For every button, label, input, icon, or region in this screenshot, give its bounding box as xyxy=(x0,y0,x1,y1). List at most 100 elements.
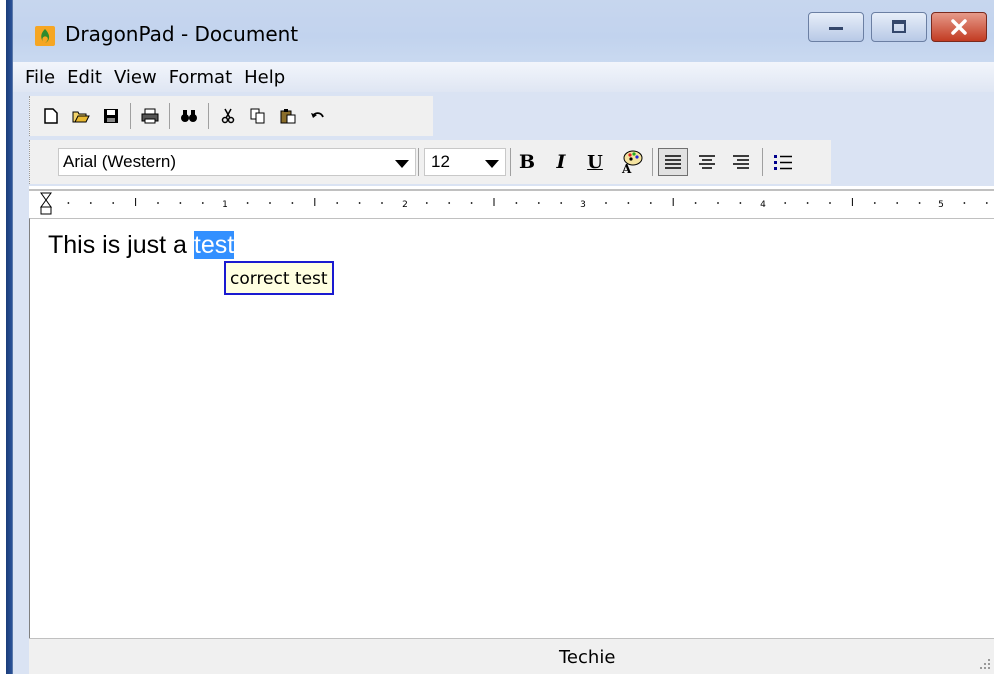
find-icon xyxy=(181,110,197,122)
ruler-tick xyxy=(89,202,92,204)
toolbar-separator xyxy=(762,148,763,176)
save-button[interactable] xyxy=(98,103,124,129)
new-file-icon xyxy=(44,108,58,124)
align-center-icon xyxy=(699,155,715,169)
undo-button[interactable] xyxy=(305,103,331,129)
ruler-tick xyxy=(627,202,630,204)
menu-format[interactable]: Format xyxy=(157,67,232,88)
ruler-tick xyxy=(649,202,652,204)
new-button[interactable] xyxy=(38,103,64,129)
first-line-indent-marker[interactable] xyxy=(40,192,52,201)
hanging-indent-marker[interactable] xyxy=(40,199,52,208)
ruler-tick xyxy=(336,202,339,204)
toolbar-separator xyxy=(208,103,209,129)
menu-edit[interactable]: Edit xyxy=(55,67,102,88)
document-editor[interactable]: This is just a test correct test xyxy=(29,218,994,638)
ruler-label-2: 2 xyxy=(402,200,408,210)
ruler[interactable]: 1 2 3 4 5 xyxy=(29,186,994,218)
ruler-tick xyxy=(537,202,540,204)
font-size-value: 12 xyxy=(431,152,450,171)
maximize-button[interactable] xyxy=(871,12,927,42)
ruler-tick xyxy=(515,202,518,204)
cut-button[interactable] xyxy=(215,103,241,129)
palette-icon: A xyxy=(621,150,643,175)
left-indent-marker[interactable] xyxy=(40,206,52,215)
menu-help[interactable]: Help xyxy=(232,67,285,88)
align-center-button[interactable] xyxy=(692,148,722,176)
minimize-icon xyxy=(829,27,843,30)
standard-toolbar xyxy=(29,96,433,136)
bullet-list-icon xyxy=(774,155,792,170)
maximize-icon xyxy=(892,20,906,33)
ruler-tick xyxy=(806,202,809,204)
dragonpad-window: DragonPad - Document File Edit View Form… xyxy=(12,0,994,674)
ruler-label-4: 4 xyxy=(760,200,766,210)
open-folder-icon xyxy=(72,111,90,123)
menu-file[interactable]: File xyxy=(13,67,55,88)
dragon-app-icon xyxy=(35,26,55,46)
paste-icon xyxy=(280,109,296,124)
close-button[interactable] xyxy=(931,12,987,42)
ruler-tick xyxy=(985,202,988,204)
font-name-dropdown[interactable]: Arial (Western) xyxy=(58,148,416,176)
selected-word[interactable]: test xyxy=(193,231,235,259)
ruler-tick xyxy=(448,202,451,204)
align-right-icon xyxy=(733,155,749,169)
ruler-tick xyxy=(358,202,361,204)
title-bar[interactable]: DragonPad - Document xyxy=(13,0,994,62)
status-bar: Techie xyxy=(29,638,994,674)
document-text[interactable]: This is just a test xyxy=(48,231,235,260)
ruler-tick xyxy=(470,202,473,204)
desktop-edge xyxy=(0,0,12,674)
correction-suggestion[interactable]: correct test xyxy=(224,261,334,295)
menu-bar: File Edit View Format Help xyxy=(13,62,994,92)
bold-button[interactable]: B xyxy=(514,149,540,175)
align-right-button[interactable] xyxy=(726,148,756,176)
close-icon xyxy=(951,19,967,35)
toolbar-separator xyxy=(652,148,653,176)
undo-icon xyxy=(311,112,324,118)
ruler-tick xyxy=(291,202,294,204)
underline-button[interactable]: U xyxy=(582,149,608,175)
ruler-tick xyxy=(605,202,607,204)
status-user: Techie xyxy=(559,647,616,668)
menu-view[interactable]: View xyxy=(102,67,157,88)
ruler-tick xyxy=(963,202,966,204)
ruler-tick xyxy=(873,202,876,204)
open-button[interactable] xyxy=(68,103,94,129)
font-name-value: Arial (Western) xyxy=(63,152,177,171)
ruler-tick xyxy=(560,202,563,204)
print-icon xyxy=(141,108,159,124)
ruler-tick xyxy=(717,202,719,204)
bullets-button[interactable] xyxy=(768,148,798,176)
ruler-tick xyxy=(694,202,697,204)
toolbar-separator xyxy=(510,148,511,176)
ruler-tick xyxy=(784,202,787,204)
text-color-button[interactable]: A xyxy=(618,149,644,175)
chevron-down-icon xyxy=(485,160,499,168)
ruler-tick xyxy=(829,202,831,204)
copy-button[interactable] xyxy=(245,103,271,129)
copy-icon xyxy=(250,108,265,124)
ruler-label-5: 5 xyxy=(938,200,944,210)
toolbar-separator xyxy=(418,148,419,176)
resize-grip-icon[interactable] xyxy=(979,658,991,670)
italic-button[interactable]: I xyxy=(548,149,574,175)
ruler-tick xyxy=(918,202,921,204)
paste-button[interactable] xyxy=(275,103,301,129)
print-button[interactable] xyxy=(137,103,163,129)
minimize-button[interactable] xyxy=(808,12,864,42)
formatting-toolbar: Arial (Western) 12 B I U A xyxy=(29,140,831,184)
cut-icon xyxy=(221,108,235,124)
ruler-tick xyxy=(67,202,70,204)
font-size-dropdown[interactable]: 12 xyxy=(424,148,506,176)
window-title: DragonPad - Document xyxy=(65,22,299,46)
ruler-tick xyxy=(157,202,159,204)
ruler-label-3: 3 xyxy=(580,200,586,210)
ruler-tick xyxy=(425,202,428,204)
ruler-tick xyxy=(269,202,271,204)
align-left-icon xyxy=(665,155,681,169)
align-left-button[interactable] xyxy=(658,148,688,176)
find-button[interactable] xyxy=(176,103,202,129)
ruler-tick xyxy=(112,202,115,204)
